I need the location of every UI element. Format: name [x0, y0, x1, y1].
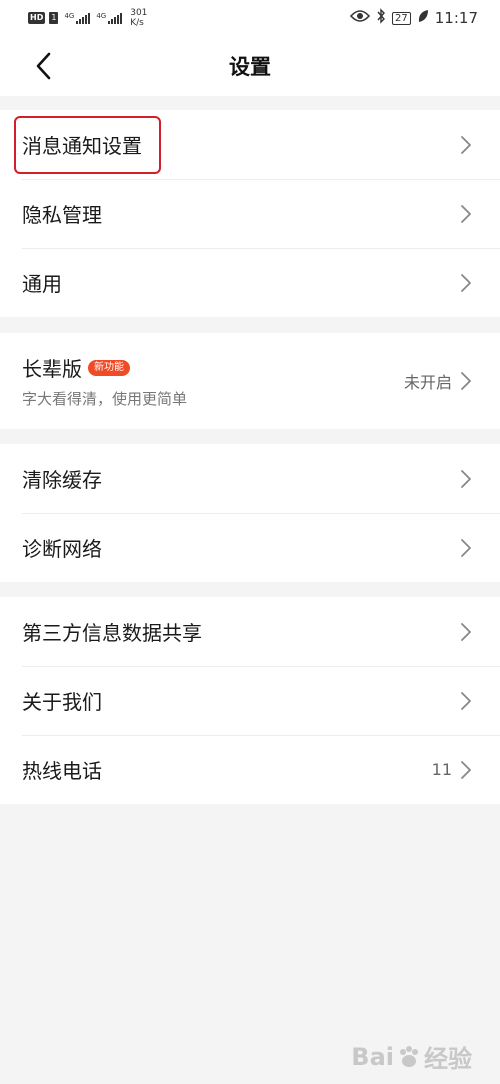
settings-group-4: 第三方信息数据共享 关于我们 热线电话 11: [0, 597, 500, 804]
signal-icon: 4G: [64, 12, 91, 24]
row-general[interactable]: 通用: [0, 248, 500, 317]
nav-header: 设置: [0, 36, 500, 96]
watermark-brand-b: 经验: [424, 1045, 472, 1073]
clock-time: 11:17: [434, 9, 478, 27]
hd-badge: HD: [28, 12, 46, 24]
row-label: 清除缓存: [22, 468, 102, 492]
status-left: HD 1 4G 4G 301 K/s: [28, 8, 147, 28]
bluetooth-icon: [376, 8, 386, 28]
row-elder-mode[interactable]: 长辈版 新功能 字大看得清，使用更简单 未开启: [0, 333, 500, 429]
chevron-right-icon: [461, 691, 471, 710]
chevron-left-icon: [36, 52, 51, 80]
row-about-us[interactable]: 关于我们: [0, 666, 500, 735]
row-label: 通用: [22, 272, 62, 296]
settings-group-elder: 长辈版 新功能 字大看得清，使用更简单 未开启: [0, 333, 500, 429]
leaf-icon: [417, 9, 429, 27]
row-value: 未开启: [403, 373, 452, 392]
watermark: Bai 经验: [351, 1039, 472, 1074]
row-message-notification[interactable]: 消息通知设置: [0, 110, 500, 179]
settings-group-3: 清除缓存 诊断网络: [0, 444, 500, 582]
row-label: 诊断网络: [22, 537, 102, 561]
settings-group-1: 消息通知设置 隐私管理 通用: [0, 110, 500, 317]
chevron-right-icon: [461, 204, 471, 223]
battery-icon: 27: [392, 11, 411, 25]
row-label: 长辈版: [22, 357, 82, 381]
speed-unit: K/s: [130, 18, 144, 28]
chevron-right-icon: [461, 372, 471, 390]
page-title: 设置: [229, 55, 271, 79]
status-bar: HD 1 4G 4G 301 K/s 27 11:17: [0, 0, 500, 36]
signal-icon-2: 4G: [96, 12, 123, 24]
chevron-right-icon: [461, 538, 471, 557]
network-speed: 301 K/s: [130, 8, 147, 28]
row-value: 11: [431, 760, 452, 779]
row-third-party-sharing[interactable]: 第三方信息数据共享: [0, 597, 500, 666]
chevron-right-icon: [461, 273, 471, 292]
new-feature-badge: 新功能: [88, 359, 130, 376]
row-label: 第三方信息数据共享: [22, 621, 202, 645]
row-privacy[interactable]: 隐私管理: [0, 179, 500, 248]
row-label: 隐私管理: [22, 203, 102, 227]
speed-value: 301: [130, 8, 148, 18]
status-right: 27 11:17: [349, 8, 478, 28]
row-label: 关于我们: [22, 690, 102, 714]
chevron-right-icon: [461, 469, 471, 488]
paw-icon: [396, 1044, 422, 1070]
chevron-right-icon: [461, 135, 471, 154]
chevron-right-icon: [461, 760, 471, 779]
row-subtitle: 字大看得清，使用更简单: [22, 390, 188, 408]
chevron-right-icon: [461, 622, 471, 641]
network-type-1: 4G: [64, 12, 75, 20]
network-type-2: 4G: [96, 12, 107, 20]
row-label: 消息通知设置: [22, 134, 142, 158]
row-hotline[interactable]: 热线电话 11: [0, 735, 500, 804]
eye-icon: [349, 9, 371, 27]
row-diagnose-network[interactable]: 诊断网络: [0, 513, 500, 582]
back-button[interactable]: [28, 50, 58, 82]
row-label: 热线电话: [22, 759, 102, 783]
sim-badge: 1: [49, 12, 59, 24]
row-clear-cache[interactable]: 清除缓存: [0, 444, 500, 513]
watermark-brand-a: Bai: [351, 1042, 394, 1071]
